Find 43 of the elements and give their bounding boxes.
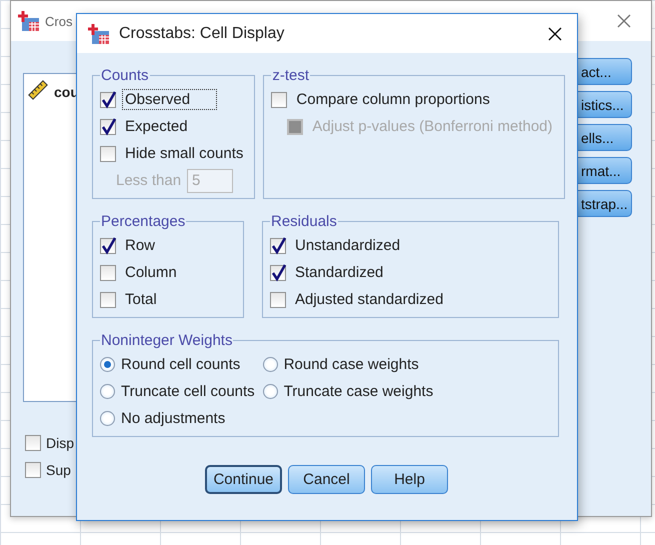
checkbox-label[interactable]: Unstandardized — [292, 235, 404, 256]
checkbox-label[interactable]: Total — [122, 289, 160, 310]
checkbox-label[interactable]: Standardized — [292, 262, 386, 283]
app-icon — [17, 9, 41, 33]
checkbox[interactable] — [100, 238, 116, 254]
close-icon[interactable] — [547, 26, 563, 42]
dialog-title: Crosstabs: Cell Display — [119, 24, 284, 42]
checkbox-label[interactable]: Column — [122, 262, 180, 283]
group-title: Residuals — [270, 213, 338, 230]
checkbox[interactable] — [25, 462, 41, 478]
checkbox-label[interactable]: Hide small counts — [122, 143, 246, 164]
radio-button[interactable] — [262, 384, 278, 399]
checkbox-label[interactable]: Sup — [46, 462, 71, 478]
checkbox[interactable] — [100, 146, 116, 162]
dialog-button[interactable]: Continue — [205, 465, 282, 494]
checkbox-label[interactable]: Disp — [46, 435, 74, 451]
window-title: Cros — [45, 14, 72, 28]
radio-button[interactable] — [100, 357, 115, 372]
radio-button[interactable] — [100, 411, 115, 426]
checkbox[interactable] — [270, 264, 286, 280]
checkbox-label[interactable]: Observed — [122, 89, 218, 110]
dialog-button[interactable]: Help — [371, 465, 448, 494]
checkbox-label[interactable]: Adjusted standardized — [292, 289, 446, 310]
checkbox-label: Adjust p-values (Bonferroni method) — [311, 117, 554, 137]
checkbox[interactable] — [100, 118, 116, 134]
checkbox[interactable] — [100, 292, 116, 308]
checkbox[interactable] — [100, 264, 116, 280]
radio-label[interactable]: Truncate case weights — [284, 383, 434, 400]
checkbox[interactable] — [270, 238, 286, 254]
radio-label[interactable]: Round case weights — [284, 356, 419, 373]
checkbox[interactable] — [270, 292, 286, 308]
dialog-button[interactable]: Cancel — [288, 465, 365, 494]
radio-button[interactable] — [262, 357, 278, 372]
checkbox[interactable] — [271, 92, 288, 108]
checkbox-label[interactable]: Row — [122, 235, 158, 256]
radio-button[interactable] — [100, 384, 115, 399]
checkbox-label[interactable]: Expected — [122, 116, 191, 137]
radio-label[interactable]: No adjustments — [121, 410, 226, 427]
checkbox-label[interactable]: Compare column proportions — [293, 89, 493, 110]
group-title: z-test — [271, 67, 310, 84]
app-icon — [87, 22, 111, 46]
checkbox[interactable] — [25, 435, 41, 451]
checkbox[interactable] — [100, 92, 116, 108]
